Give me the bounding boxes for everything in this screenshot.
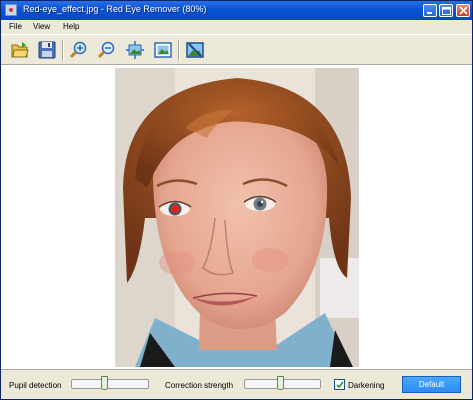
correction-strength-slider[interactable] — [244, 376, 321, 390]
actual-size-button[interactable] — [152, 40, 174, 60]
close-button[interactable] — [456, 4, 470, 17]
maximize-button[interactable] — [439, 4, 453, 17]
menu-bar: File View Help — [1, 20, 472, 34]
toolbar-separator — [62, 40, 64, 61]
actual-size-icon — [154, 42, 172, 58]
toolbar-separator — [178, 40, 180, 61]
photo[interactable] — [115, 68, 359, 367]
controls-bar: Pupil detection Correction strength Dark… — [1, 369, 472, 399]
zoom-out-button[interactable] — [96, 40, 118, 60]
checkmark-icon — [336, 381, 344, 389]
pupil-detection-slider[interactable] — [71, 376, 149, 390]
save-button[interactable] — [36, 40, 58, 60]
minimize-button[interactable] — [423, 4, 437, 17]
correction-strength-label: Correction strength — [165, 381, 234, 390]
app-icon[interactable] — [5, 4, 17, 16]
image-canvas[interactable] — [1, 65, 472, 369]
menu-file[interactable]: File — [9, 22, 22, 31]
portrait-image — [115, 68, 359, 367]
title-bar[interactable]: Red-eye_effect.jpg - Red Eye Remover (80… — [1, 1, 472, 20]
fit-to-window-icon — [126, 41, 144, 59]
zoom-in-button[interactable] — [68, 40, 90, 60]
app-window: Red-eye_effect.jpg - Red Eye Remover (80… — [0, 0, 473, 400]
window-title: Red-eye_effect.jpg - Red Eye Remover (80… — [23, 4, 207, 14]
open-folder-icon — [11, 42, 29, 58]
pupil-detection-label: Pupil detection — [9, 381, 62, 390]
menu-view[interactable]: View — [33, 22, 50, 31]
pupil-detection-thumb[interactable] — [101, 376, 108, 390]
darkening-label: Darkening — [348, 381, 385, 390]
menu-help[interactable]: Help — [63, 22, 79, 31]
zoom-out-icon — [98, 41, 115, 59]
apply-correction-icon — [186, 42, 204, 58]
default-button[interactable]: Default — [402, 376, 461, 393]
apply-button[interactable] — [184, 40, 206, 60]
save-disk-icon — [38, 41, 56, 59]
red-eye-pupil — [171, 205, 179, 213]
darkening-checkbox[interactable] — [334, 379, 345, 390]
toolbar — [1, 34, 472, 65]
fit-to-window-button[interactable] — [124, 40, 146, 60]
zoom-in-icon — [70, 41, 87, 59]
open-button[interactable] — [9, 40, 31, 60]
correction-strength-thumb[interactable] — [277, 376, 284, 390]
